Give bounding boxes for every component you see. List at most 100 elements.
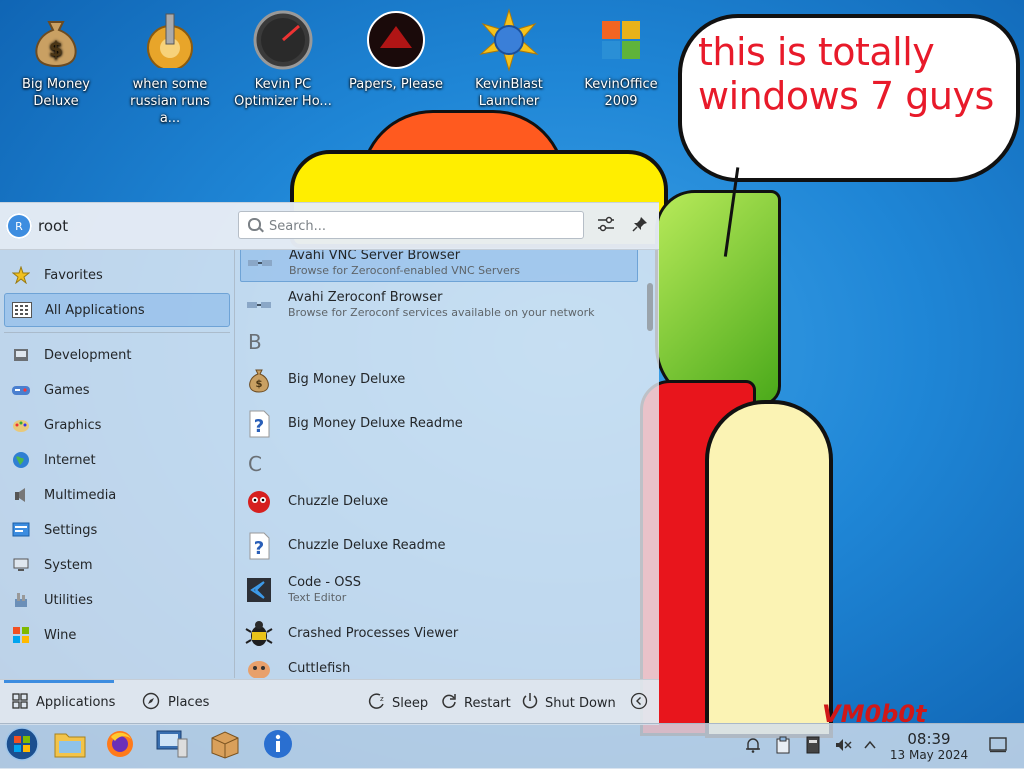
taskbar: 08:39 13 May 2024 (0, 723, 1024, 769)
restart-icon (440, 692, 458, 714)
tray-clipboard[interactable] (772, 736, 794, 758)
wallpaper-green-shape (655, 190, 781, 406)
info-icon (263, 729, 293, 765)
category-utilities[interactable]: Utilities (4, 583, 230, 617)
bug-icon (242, 617, 276, 651)
list-item[interactable]: ? Chuzzle Deluxe Readme (240, 526, 636, 566)
category-graphics[interactable]: Graphics (4, 408, 230, 442)
tray-notifications[interactable] (742, 736, 764, 758)
chevron-left-icon (630, 692, 648, 714)
help-icon: ? (242, 407, 276, 441)
grid-icon (11, 299, 33, 321)
svg-text:$: $ (256, 379, 263, 390)
sliders-icon (597, 216, 615, 236)
sleep-button[interactable]: z Sleep (368, 692, 428, 714)
money-bag-icon: $ (242, 363, 276, 397)
category-wine[interactable]: Wine (4, 618, 230, 652)
list-item[interactable]: Avahi Zeroconf Browser Browse for Zerocon… (240, 286, 636, 324)
chuzzle-icon (242, 485, 276, 519)
user-name: root (38, 217, 69, 235)
speedometer-icon (251, 8, 315, 72)
list-item[interactable]: $ Big Money Deluxe (240, 360, 636, 400)
office-logo-icon (589, 8, 653, 72)
tray-volume[interactable] (832, 736, 854, 758)
more-actions-button[interactable] (630, 692, 654, 714)
show-desktop-button[interactable] (987, 736, 1009, 758)
compass-icon (142, 692, 160, 714)
restart-button[interactable]: Restart (440, 692, 511, 714)
tab-places[interactable]: Places (142, 680, 222, 725)
speech-bubble-text: this is totally windows 7 guys (698, 30, 994, 118)
package-icon (210, 729, 240, 765)
taskbar-file-manager[interactable] (50, 728, 90, 766)
pin-icon (632, 216, 648, 236)
application-list: Avahi VNC Server Browser Browse for Zeroc… (236, 250, 644, 678)
configure-button[interactable] (594, 214, 618, 238)
desktop-icon-kevinoffice-2009[interactable]: KevinOffice 2009 (571, 8, 671, 110)
desktop-icon-papers-please[interactable]: Papers, Please (346, 8, 446, 93)
desktop-icon-kevin-pc-optimizer[interactable]: Kevin PC Optimizer Ho... (233, 8, 333, 110)
tab-applications[interactable]: Applications (4, 680, 115, 725)
category-games[interactable]: Games (4, 373, 230, 407)
list-item[interactable]: Code - OSS Text Editor (240, 570, 636, 610)
show-desktop-icon (989, 737, 1007, 757)
settings-icon (10, 519, 32, 541)
list-item[interactable]: Chuzzle Deluxe (240, 482, 636, 522)
internet-icon (10, 449, 32, 471)
applications-grid-icon (12, 692, 28, 713)
category-sidebar: Favorites All Applications Development G… (0, 250, 235, 678)
list-item[interactable]: ? Big Money Deluxe Readme (240, 404, 636, 444)
search-box[interactable] (238, 211, 584, 239)
firefox-icon (105, 729, 135, 765)
utilities-icon (10, 589, 32, 611)
search-input[interactable] (267, 215, 571, 237)
sleep-icon: z (368, 692, 386, 714)
shutdown-button[interactable]: Shut Down (521, 692, 616, 714)
multimedia-icon (10, 484, 32, 506)
list-item[interactable]: Cuttlefish (240, 654, 636, 678)
svg-text:$: $ (49, 37, 63, 61)
application-launcher: R root Favorites All Applications (0, 202, 659, 725)
taskbar-system-monitor[interactable] (152, 728, 192, 766)
globe-burst-icon (477, 8, 541, 72)
clock-date: 13 May 2024 (889, 748, 969, 762)
category-internet[interactable]: Internet (4, 443, 230, 477)
taskbar-firefox[interactable] (100, 728, 140, 766)
user-avatar[interactable]: R (6, 213, 32, 239)
sidebar-divider (4, 332, 230, 333)
list-item[interactable]: Avahi VNC Server Browser Browse for Zeroc… (240, 250, 638, 282)
svg-text:?: ? (254, 416, 264, 437)
gear-icon (138, 8, 202, 72)
svg-text:z: z (380, 695, 384, 703)
tray-expand[interactable] (859, 736, 881, 758)
launcher-footer: Applications Places z Sleep Restart Shut… (0, 679, 659, 725)
code-icon (242, 573, 276, 607)
storage-icon (805, 736, 821, 758)
search-icon (248, 218, 261, 231)
pin-button[interactable] (628, 214, 652, 238)
taskbar-package[interactable] (205, 728, 245, 766)
category-favorites[interactable]: Favorites (4, 258, 230, 292)
taskbar-info[interactable] (258, 728, 298, 766)
clock-time: 08:39 (907, 730, 951, 748)
taskbar-clock[interactable]: 08:39 13 May 2024 (886, 730, 972, 763)
alarm-bell-icon (744, 736, 762, 758)
desktop-icon-russian[interactable]: when some russian runs a... (120, 8, 220, 127)
money-bag-icon: $ (24, 8, 88, 72)
category-development[interactable]: Development (4, 338, 230, 372)
desktop-icon-big-money-deluxe[interactable]: $ Big Money Deluxe (6, 8, 106, 110)
start-button[interactable] (2, 727, 42, 766)
development-icon (10, 344, 32, 366)
wine-icon (10, 624, 32, 646)
network-icon (242, 288, 276, 322)
help-icon: ? (242, 529, 276, 563)
category-all-applications[interactable]: All Applications (4, 293, 230, 327)
list-item[interactable]: Crashed Processes Viewer (240, 614, 636, 654)
desktop-icon-kevinblast-launcher[interactable]: KevinBlast Launcher (459, 8, 559, 110)
category-settings[interactable]: Settings (4, 513, 230, 547)
category-system[interactable]: System (4, 548, 230, 582)
category-multimedia[interactable]: Multimedia (4, 478, 230, 512)
clipboard-icon (775, 736, 791, 758)
tray-storage[interactable] (802, 736, 824, 758)
application-list-scrollbar[interactable] (647, 283, 653, 331)
